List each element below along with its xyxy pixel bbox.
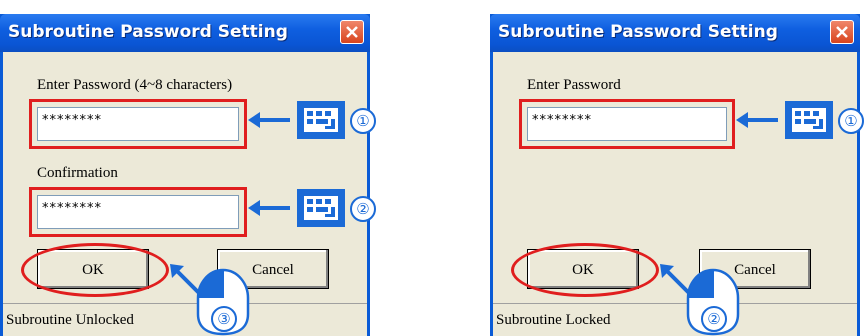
- keyboard-icon: [297, 101, 345, 139]
- close-icon: [836, 26, 848, 38]
- ok-highlight-oval: [511, 243, 659, 297]
- password-label: Enter Password: [527, 77, 621, 93]
- title-bar: Subroutine Password Setting: [490, 14, 860, 52]
- close-button[interactable]: [830, 20, 854, 44]
- keyboard-icon: [785, 101, 833, 139]
- keyboard-icon: [297, 189, 345, 227]
- step-3-badge: ③: [211, 306, 237, 332]
- title-bar: Subroutine Password Setting: [0, 14, 370, 52]
- step-2-badge: ②: [350, 196, 376, 222]
- dialog-title: Subroutine Password Setting: [8, 22, 288, 42]
- password-label: Enter Password (4~8 characters): [37, 77, 233, 93]
- close-button[interactable]: [340, 20, 364, 44]
- password-input[interactable]: ********: [37, 107, 239, 141]
- confirmation-input[interactable]: ********: [37, 195, 239, 229]
- step-2-badge: ②: [701, 306, 727, 332]
- status-bar: Subroutine Locked: [493, 303, 857, 336]
- step-1-badge: ①: [350, 108, 376, 134]
- password-input[interactable]: ********: [527, 107, 727, 141]
- status-bar: Subroutine Unlocked: [3, 303, 367, 336]
- ok-highlight-oval: [21, 243, 169, 297]
- arrow-left-icon: [736, 112, 778, 128]
- arrow-left-icon: [248, 112, 290, 128]
- dialog-title: Subroutine Password Setting: [498, 22, 778, 42]
- arrow-left-icon: [248, 200, 290, 216]
- confirmation-label: Confirmation: [37, 165, 118, 181]
- close-icon: [346, 26, 358, 38]
- step-1-badge: ①: [838, 108, 864, 134]
